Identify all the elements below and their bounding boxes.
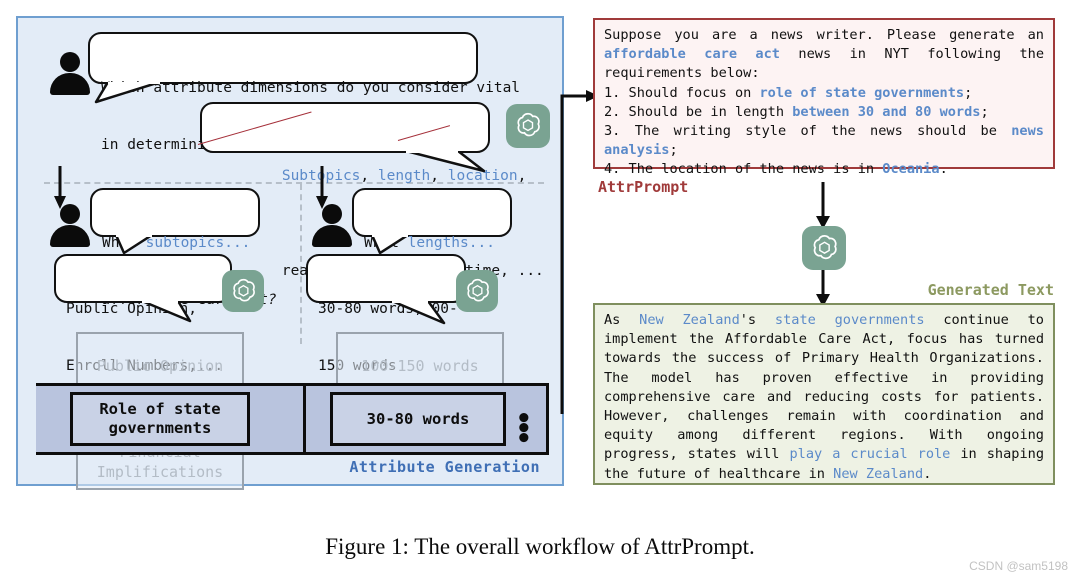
ghost-attribute-right-top: 100-150 words xyxy=(336,332,504,386)
question-bubble: Which attribute dimensions do you consid… xyxy=(88,32,520,153)
user-head xyxy=(60,52,80,72)
user-head xyxy=(60,204,80,224)
openai-logo-icon-generator xyxy=(802,226,846,270)
figure-caption: Figure 1: The overall workflow of AttrPr… xyxy=(325,534,755,559)
strikethrough-reader-group xyxy=(197,111,312,145)
user-body xyxy=(312,225,352,247)
generated-text-label: Generated Text xyxy=(927,281,1054,299)
watermark: CSDN @sam5198 xyxy=(969,559,1068,573)
attrprompt-subtopic-keyword: role of state governments xyxy=(759,84,965,101)
subtopic-answer-bubble: Public Opinion, Enroll Numbers,... xyxy=(54,254,232,374)
strikethrough-time xyxy=(397,125,451,141)
attrprompt-label: AttrPrompt xyxy=(598,178,689,196)
ghost-attribute-left-top: Public Opinion xyxy=(76,332,244,386)
attrprompt-requirement-1: 1. Should focus on role of state governm… xyxy=(604,84,973,101)
user-silhouette-icon xyxy=(48,52,92,98)
arrow-to-llm xyxy=(814,182,832,230)
selected-attribute-subtopic[interactable]: Role of state governments xyxy=(70,392,250,446)
user-silhouette-icon-right-branch xyxy=(310,204,354,250)
user-silhouette-icon-left-branch xyxy=(48,204,92,250)
openai-logo-icon-right-branch xyxy=(456,270,498,312)
generated-location-keyword: New Zealand xyxy=(639,312,740,328)
attrprompt-intro: Suppose you are a news writer. Please ge… xyxy=(604,27,1045,82)
attrprompt-location-keyword: Oceania xyxy=(882,161,940,178)
attribute-band-separator xyxy=(303,383,306,455)
openai-logo-icon-left-branch xyxy=(222,270,264,312)
attrprompt-requirement-4: 4. The location of the news is in Oceani… xyxy=(604,161,948,178)
attribute-list-bubble: Subtopics, length, location, reader grou… xyxy=(197,102,544,279)
user-body xyxy=(50,225,90,247)
attrprompt-topic-keyword: affordable care act xyxy=(604,46,780,63)
generated-role-keyword: play a crucial role xyxy=(789,446,951,463)
openai-logo-icon xyxy=(506,104,550,148)
generated-location-keyword-2: New Zealand xyxy=(833,465,924,482)
selected-attribute-length[interactable]: 30-80 words xyxy=(330,392,506,446)
length-question-bubble: What lengths... xyxy=(352,188,512,251)
user-head xyxy=(322,204,342,224)
attrprompt-requirement-3: 3. The writing style of the news should … xyxy=(604,123,1044,159)
generated-text-panel: As New Zealand's state governments conti… xyxy=(593,303,1055,485)
user-body xyxy=(50,73,90,95)
attribute-generation-label: Attribute Generation xyxy=(349,458,540,476)
subtopic-question-bubble: What subtopics... affordable care act? xyxy=(90,188,277,308)
attrprompt-length-keyword: between 30 and 80 words xyxy=(792,103,981,120)
attrprompt-panel: Suppose you are a news writer. Please ge… xyxy=(593,18,1055,177)
attribute-generation-panel: Which attribute dimensions do you consid… xyxy=(16,16,564,490)
attribute-ellipsis: • • • xyxy=(516,404,535,454)
generated-subtopic-keyword: state governments xyxy=(774,312,925,328)
figure-container: Which attribute dimensions do you consid… xyxy=(0,0,1080,582)
generated-text-body: As New Zealand's state governments conti… xyxy=(604,312,1045,482)
length-answer-bubble: 30-80 words,100- 150 words xyxy=(306,254,466,374)
attrprompt-requirement-2: 2. Should be in length between 30 and 80… xyxy=(604,103,989,120)
